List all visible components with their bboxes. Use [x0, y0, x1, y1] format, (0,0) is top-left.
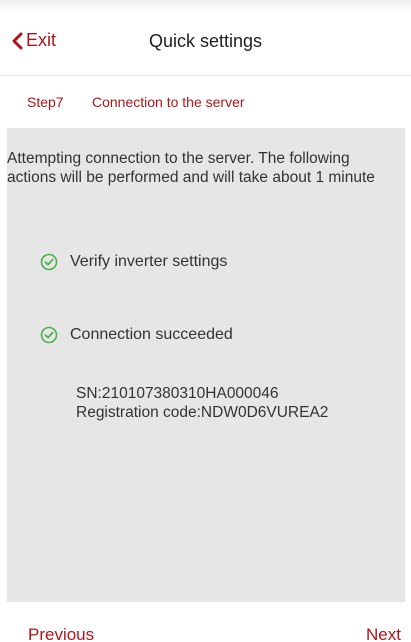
status-item-label: Verify inverter settings — [70, 253, 228, 270]
previous-button[interactable]: Previous — [28, 625, 94, 642]
status-item-verify: Verify inverter settings — [40, 253, 227, 271]
serial-number: SN:210107380310HA000046 — [76, 385, 279, 402]
check-circle-icon — [40, 253, 58, 271]
description-text: Attempting connection to the server. The… — [7, 150, 375, 186]
registration-code: Registration code:NDW0D6VUREA2 — [76, 404, 329, 421]
device-info: SN:210107380310HA000046 Registration cod… — [76, 384, 328, 422]
footer-bar: Previous Next — [0, 602, 411, 642]
step-bar: Step7 Connection to the server — [0, 76, 411, 128]
next-button[interactable]: Next — [366, 625, 401, 642]
screen: Exit Quick settings Step7 Connection to … — [0, 0, 411, 642]
step-name: Connection to the server — [92, 94, 245, 110]
status-item-connection: Connection succeeded — [40, 326, 233, 344]
content-panel: Attempting connection to the server. The… — [7, 128, 405, 602]
check-circle-icon — [40, 326, 58, 344]
header-bar: Exit Quick settings — [0, 0, 411, 76]
status-item-label: Connection succeeded — [70, 326, 233, 343]
page-title: Quick settings — [148, 31, 263, 51]
step-number: Step7 — [27, 94, 64, 110]
